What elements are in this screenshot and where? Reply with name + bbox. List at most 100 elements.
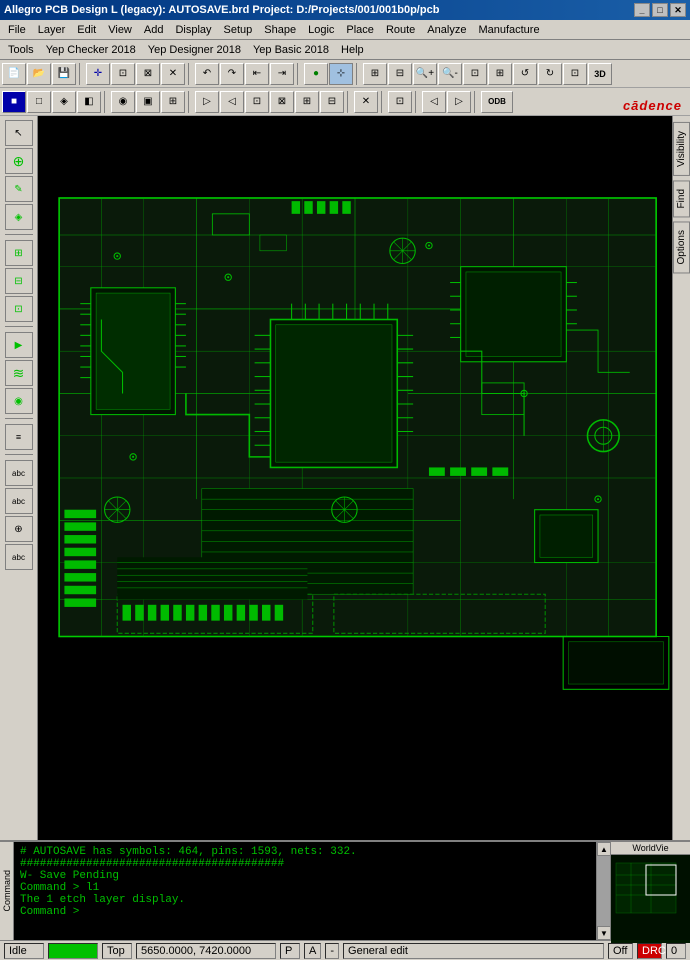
menu-yep-checker[interactable]: Yep Checker 2018 bbox=[40, 42, 142, 58]
lp-btn-2[interactable]: ⊕ bbox=[5, 148, 33, 174]
toolbar-btn-3[interactable]: ⊠ bbox=[136, 63, 160, 85]
zoom-in-button[interactable]: 🔍+ bbox=[413, 63, 437, 85]
lp-btn-3[interactable]: ✎ bbox=[5, 176, 33, 202]
toolbar2-btn-17[interactable]: ▷ bbox=[447, 91, 471, 113]
menu-view[interactable]: View bbox=[102, 22, 138, 38]
menu-route[interactable]: Route bbox=[380, 22, 421, 38]
new-button[interactable]: 📄 bbox=[2, 63, 26, 85]
run-button[interactable]: ● bbox=[304, 63, 328, 85]
scroll-down-button[interactable]: ▼ bbox=[597, 926, 611, 940]
3d-button[interactable]: 3D bbox=[588, 63, 612, 85]
console-output[interactable]: # AUTOSAVE has symbols: 464, pins: 1593,… bbox=[14, 842, 596, 940]
toolbar2-btn-4[interactable]: ◧ bbox=[77, 91, 101, 113]
scroll-up-button[interactable]: ▲ bbox=[597, 842, 611, 856]
menu-analyze[interactable]: Analyze bbox=[421, 22, 472, 38]
world-view-canvas bbox=[611, 855, 690, 943]
scroll-track[interactable] bbox=[597, 856, 610, 926]
toolbar2-btn-8[interactable]: ▷ bbox=[195, 91, 219, 113]
cursor-button[interactable]: ⊹ bbox=[329, 63, 353, 85]
console-scrollbar[interactable]: ▲ ▼ bbox=[596, 842, 610, 940]
lp-btn-11[interactable]: ≡ bbox=[5, 424, 33, 450]
grid-button[interactable]: ⊞ bbox=[363, 63, 387, 85]
pan-button[interactable]: ↺ bbox=[513, 63, 537, 85]
lp-btn-4[interactable]: ◈ bbox=[5, 204, 33, 230]
menu-shape[interactable]: Shape bbox=[258, 22, 302, 38]
menu-display[interactable]: Display bbox=[169, 22, 217, 38]
lp-btn-10[interactable]: ◉ bbox=[5, 388, 33, 414]
visibility-tab[interactable]: Visibility bbox=[673, 122, 690, 176]
toolbar2-sep-2 bbox=[188, 91, 192, 113]
status-indicator bbox=[48, 943, 98, 959]
select-button[interactable]: ✛ bbox=[86, 63, 110, 85]
refresh-button[interactable]: ↻ bbox=[538, 63, 562, 85]
lp-btn-9[interactable]: ≋ bbox=[5, 360, 33, 386]
console-area: Command # AUTOSAVE has symbols: 464, pin… bbox=[0, 840, 690, 940]
toolbar2-btn-16[interactable]: ◁ bbox=[422, 91, 446, 113]
toolbar-btn-7[interactable]: ⊡ bbox=[563, 63, 587, 85]
odb-button[interactable]: ODB bbox=[481, 91, 513, 113]
menu-place[interactable]: Place bbox=[340, 22, 380, 38]
menu-add[interactable]: Add bbox=[138, 22, 170, 38]
menu-yep-basic[interactable]: Yep Basic 2018 bbox=[247, 42, 335, 58]
lp-btn-6[interactable]: ⊟ bbox=[5, 268, 33, 294]
lp-btn-13[interactable]: abc bbox=[5, 488, 33, 514]
status-off: Off bbox=[608, 943, 633, 959]
menu-edit[interactable]: Edit bbox=[71, 22, 102, 38]
close-button[interactable]: ✕ bbox=[670, 3, 686, 17]
toolbar2-btn-11[interactable]: ⊠ bbox=[270, 91, 294, 113]
toolbar2-sep-5 bbox=[415, 91, 419, 113]
open-button[interactable]: 📂 bbox=[27, 63, 51, 85]
menu-setup[interactable]: Setup bbox=[218, 22, 259, 38]
lp-btn-8[interactable]: ▶ bbox=[5, 332, 33, 358]
toolbar-btn-6[interactable]: ⇥ bbox=[270, 63, 294, 85]
toolbar2-btn-3[interactable]: ◈ bbox=[52, 91, 76, 113]
toolbar2-btn-12[interactable]: ⊞ bbox=[295, 91, 319, 113]
menu-yep-designer[interactable]: Yep Designer 2018 bbox=[142, 42, 247, 58]
zoom-fit-button[interactable]: ⊡ bbox=[463, 63, 487, 85]
zoom-out-button[interactable]: 🔍- bbox=[438, 63, 462, 85]
save-button[interactable]: 💾 bbox=[52, 63, 76, 85]
status-num: 0 bbox=[666, 943, 686, 959]
toolbar2-btn-6[interactable]: ▣ bbox=[136, 91, 160, 113]
zoom-reset-button[interactable]: ⊞ bbox=[488, 63, 512, 85]
toolbar-sep-3 bbox=[297, 63, 301, 85]
menu-logic[interactable]: Logic bbox=[302, 22, 340, 38]
toolbar2-btn-1[interactable]: ■ bbox=[2, 91, 26, 113]
menu-tools[interactable]: Tools bbox=[2, 42, 40, 58]
toolbar2-btn-7[interactable]: ⊞ bbox=[161, 91, 185, 113]
status-coordinates: 5650.0000, 7420.0000 bbox=[136, 943, 276, 959]
undo-button[interactable]: ↶ bbox=[195, 63, 219, 85]
lp-btn-7[interactable]: ⊡ bbox=[5, 296, 33, 322]
lp-btn-5[interactable]: ⊞ bbox=[5, 240, 33, 266]
toolbar-btn-5[interactable]: ⇤ bbox=[245, 63, 269, 85]
toolbar-btn-4[interactable]: ✕ bbox=[161, 63, 185, 85]
toolbar-secondary: ■ □ ◈ ◧ ◉ ▣ ⊞ ▷ ◁ ⊡ ⊠ ⊞ ⊟ ✕ ⊡ ◁ ▷ ODB bbox=[0, 88, 690, 116]
toolbar2-btn-15[interactable]: ⊡ bbox=[388, 91, 412, 113]
toolbar2-btn-5[interactable]: ◉ bbox=[111, 91, 135, 113]
toolbar2-btn-9[interactable]: ◁ bbox=[220, 91, 244, 113]
snap-button[interactable]: ⊟ bbox=[388, 63, 412, 85]
toolbar2-btn-14[interactable]: ✕ bbox=[354, 91, 378, 113]
toolbar2-btn-2[interactable]: □ bbox=[27, 91, 51, 113]
lp-btn-12[interactable]: abc bbox=[5, 460, 33, 486]
status-drc: DRC bbox=[637, 943, 662, 959]
maximize-button[interactable]: □ bbox=[652, 3, 668, 17]
lp-select-btn[interactable]: ↖ bbox=[5, 120, 33, 146]
options-tab[interactable]: Options bbox=[673, 221, 690, 273]
right-panel: Visibility Find Options bbox=[672, 116, 690, 840]
lp-btn-15[interactable]: abc bbox=[5, 544, 33, 570]
console-side-toggle[interactable]: Command bbox=[0, 842, 14, 940]
minimize-button[interactable]: _ bbox=[634, 3, 650, 17]
deselect-button[interactable]: ⊡ bbox=[111, 63, 135, 85]
menu-file[interactable]: File bbox=[2, 22, 32, 38]
menu-manufacture[interactable]: Manufacture bbox=[472, 22, 545, 38]
title-text: Allegro PCB Design L (legacy): AUTOSAVE.… bbox=[4, 4, 634, 16]
redo-button[interactable]: ↷ bbox=[220, 63, 244, 85]
pcb-canvas-area[interactable] bbox=[38, 116, 672, 840]
toolbar2-btn-13[interactable]: ⊟ bbox=[320, 91, 344, 113]
toolbar2-btn-10[interactable]: ⊡ bbox=[245, 91, 269, 113]
menu-help[interactable]: Help bbox=[335, 42, 370, 58]
find-tab[interactable]: Find bbox=[673, 180, 690, 217]
lp-btn-14[interactable]: ⊕ bbox=[5, 516, 33, 542]
menu-layer[interactable]: Layer bbox=[32, 22, 72, 38]
